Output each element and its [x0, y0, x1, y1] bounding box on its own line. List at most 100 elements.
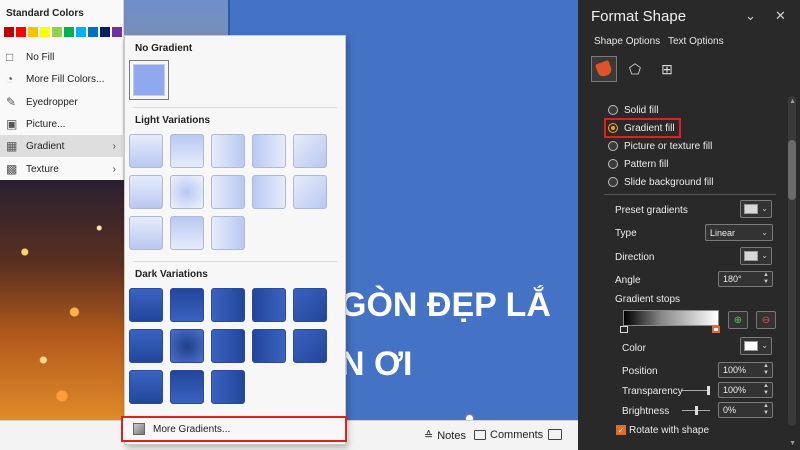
color-swatch[interactable]	[76, 27, 86, 37]
color-swatch[interactable]	[100, 27, 110, 37]
radio-slide-background-fill[interactable]: Slide background fill	[608, 174, 714, 190]
slide-title-line-1[interactable]: GÒN ĐẸP LẮ	[340, 286, 551, 325]
dark-gradient-tile[interactable]	[252, 288, 286, 322]
more-gradients-button[interactable]: More Gradients...	[121, 416, 347, 442]
brightness-slider[interactable]	[682, 406, 710, 415]
dark-gradient-tile[interactable]	[293, 329, 327, 363]
color-swatch[interactable]	[16, 27, 26, 37]
light-gradient-tile[interactable]	[211, 175, 245, 209]
dark-gradient-tile[interactable]	[129, 329, 163, 363]
rotate-with-shape-checkbox[interactable]: ✓	[616, 425, 626, 435]
color-swatch[interactable]	[28, 27, 38, 37]
normal-view-button[interactable]	[548, 429, 562, 440]
dark-gradient-tile[interactable]	[129, 370, 163, 404]
color-swatch[interactable]	[40, 27, 50, 37]
direction-label: Direction	[615, 252, 655, 263]
scroll-up-icon[interactable]: ▲	[789, 98, 796, 105]
light-gradient-tile[interactable]	[129, 216, 163, 250]
light-gradient-tile[interactable]	[170, 134, 204, 168]
pane-options-button[interactable]: ⌄	[745, 8, 756, 24]
color-swatch[interactable]	[88, 27, 98, 37]
radio-button[interactable]	[608, 177, 618, 187]
light-gradient-tile[interactable]	[170, 216, 204, 250]
radio-label: Slide background fill	[624, 176, 714, 188]
add-gradient-stop-button[interactable]: ⊕	[728, 311, 748, 329]
texture-icon: ▩	[6, 162, 18, 176]
slider-knob[interactable]	[695, 406, 698, 415]
dark-gradient-tile[interactable]	[293, 288, 327, 322]
color-swatch[interactable]	[52, 27, 62, 37]
effects-tab[interactable]: ⬠	[622, 56, 648, 82]
dark-gradient-tile[interactable]	[211, 370, 245, 404]
dark-gradient-tile[interactable]	[211, 329, 245, 363]
light-gradient-tile[interactable]	[211, 134, 245, 168]
radio-button[interactable]	[608, 105, 618, 115]
transparency-slider[interactable]	[682, 386, 710, 395]
light-gradient-tile[interactable]	[293, 175, 327, 209]
menu-item-picture[interactable]: ▣ Picture...	[0, 113, 124, 135]
fill-line-tab[interactable]	[591, 56, 617, 82]
gradient-stop-marker-selected[interactable]	[712, 326, 720, 333]
dark-gradient-tile[interactable]	[211, 288, 245, 322]
menu-item-more-fill-colors[interactable]: ◔ More Fill Colors...	[0, 68, 124, 90]
light-gradient-tile[interactable]	[170, 175, 204, 209]
light-gradient-tile[interactable]	[129, 134, 163, 168]
gradient-stop-marker[interactable]	[620, 326, 628, 333]
gradient-gallery: No Gradient Light Variations Dark Variat…	[121, 35, 347, 445]
menu-item-eyedropper[interactable]: ✎ Eyedropper	[0, 91, 124, 113]
slider-knob[interactable]	[707, 386, 710, 395]
menu-item-no-fill[interactable]: □ No Fill	[0, 46, 124, 68]
brightness-value: 0%	[723, 405, 737, 415]
chevron-down-icon: ⌄	[761, 341, 768, 350]
dark-gradient-tile[interactable]	[170, 288, 204, 322]
scroll-down-icon[interactable]: ▼	[789, 440, 796, 447]
menu-item-label: Picture...	[26, 118, 66, 130]
brightness-spinner[interactable]: 0% ▲ ▼	[718, 402, 773, 418]
color-swatch[interactable]	[4, 27, 14, 37]
dark-gradient-tile[interactable]	[170, 370, 204, 404]
light-gradient-tile[interactable]	[252, 134, 286, 168]
radio-label: Picture or texture fill	[624, 140, 713, 152]
pane-scrollbar-thumb[interactable]	[788, 140, 796, 200]
menu-item-texture[interactable]: ▩ Texture ›	[0, 158, 124, 180]
slide-title-line-2[interactable]: N ƠI	[340, 345, 412, 384]
dark-gradient-tile[interactable]	[252, 329, 286, 363]
angle-spinner[interactable]: 180° ▲ ▼	[718, 271, 773, 287]
comments-button[interactable]: Comments	[474, 429, 543, 441]
radio-label: Pattern fill	[624, 158, 669, 170]
menu-item-gradient[interactable]: ▦ Gradient ›	[0, 135, 124, 157]
dark-gradient-tile[interactable]	[129, 288, 163, 322]
size-properties-tab[interactable]: ⊞	[654, 56, 680, 82]
spinner-arrows-icon: ▲ ▼	[763, 363, 769, 376]
light-gradient-tile[interactable]	[211, 216, 245, 250]
radio-solid-fill[interactable]: Solid fill	[608, 102, 658, 118]
remove-gradient-stop-button[interactable]: ⊖	[756, 311, 776, 329]
dark-gradient-tile[interactable]	[170, 329, 204, 363]
tab-shape-options[interactable]: Shape Options	[594, 36, 660, 47]
city-photo[interactable]	[0, 180, 124, 420]
position-spinner[interactable]: 100% ▲ ▼	[718, 362, 773, 378]
type-dropdown[interactable]: Linear ⌄	[705, 224, 773, 241]
stop-color-dropdown[interactable]: ⌄	[740, 337, 772, 355]
notes-button[interactable]: ≙ Notes	[424, 429, 466, 443]
palette-icon: ◔	[6, 72, 14, 86]
close-pane-button[interactable]: ✕	[775, 8, 786, 24]
preset-gradients-dropdown[interactable]: ⌄	[740, 200, 772, 218]
radio-button[interactable]	[608, 141, 618, 151]
light-gradient-tile[interactable]	[129, 175, 163, 209]
radio-pattern-fill[interactable]: Pattern fill	[608, 156, 668, 172]
gradient-stops-bar[interactable]	[623, 310, 719, 326]
radio-picture-or-texture-fill[interactable]: Picture or texture fill	[608, 138, 712, 154]
color-swatch[interactable]	[64, 27, 74, 37]
light-gradient-tile[interactable]	[293, 134, 327, 168]
color-swatch[interactable]	[112, 27, 122, 37]
paint-bucket-icon	[595, 60, 613, 78]
transparency-spinner[interactable]: 100% ▲ ▼	[718, 382, 773, 398]
direction-dropdown[interactable]: ⌄	[740, 247, 772, 265]
menu-item-label: Gradient	[26, 140, 65, 152]
radio-button[interactable]	[608, 159, 618, 169]
no-gradient-option[interactable]	[129, 60, 169, 100]
tab-text-options[interactable]: Text Options	[668, 36, 724, 47]
light-gradient-tile[interactable]	[252, 175, 286, 209]
more-gradients-label: More Gradients...	[153, 423, 231, 435]
